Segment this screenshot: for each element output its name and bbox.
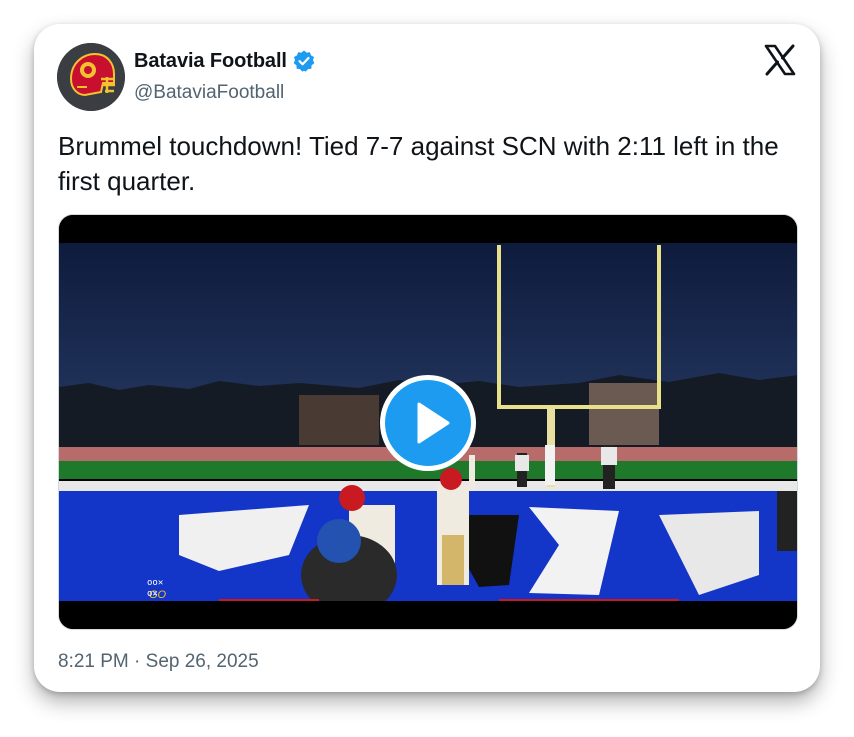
svg-text:o✕: o✕ (147, 589, 158, 599)
video-player[interactable]: GO oo✕ o✕ (58, 214, 798, 630)
x-logo-icon[interactable] (764, 44, 796, 76)
helmet-logo-icon (57, 43, 125, 111)
account-name[interactable]: Batavia Football (134, 50, 287, 73)
verified-badge-icon (293, 50, 315, 72)
account-handle[interactable]: @BataviaFootball (134, 82, 284, 104)
avatar[interactable] (57, 43, 125, 111)
play-button[interactable] (380, 375, 476, 471)
svg-text:oo✕: oo✕ (147, 578, 163, 588)
account-name-row: Batavia Football (134, 49, 316, 73)
play-icon (417, 402, 450, 444)
tweet-text: Brummel touchdown! Tied 7-7 against SCN … (58, 131, 779, 196)
tweet-timestamp[interactable]: 8:21 PM · Sep 26, 2025 (58, 651, 259, 673)
tweet-card: Batavia Football @BataviaFootball Brumme… (34, 24, 820, 692)
